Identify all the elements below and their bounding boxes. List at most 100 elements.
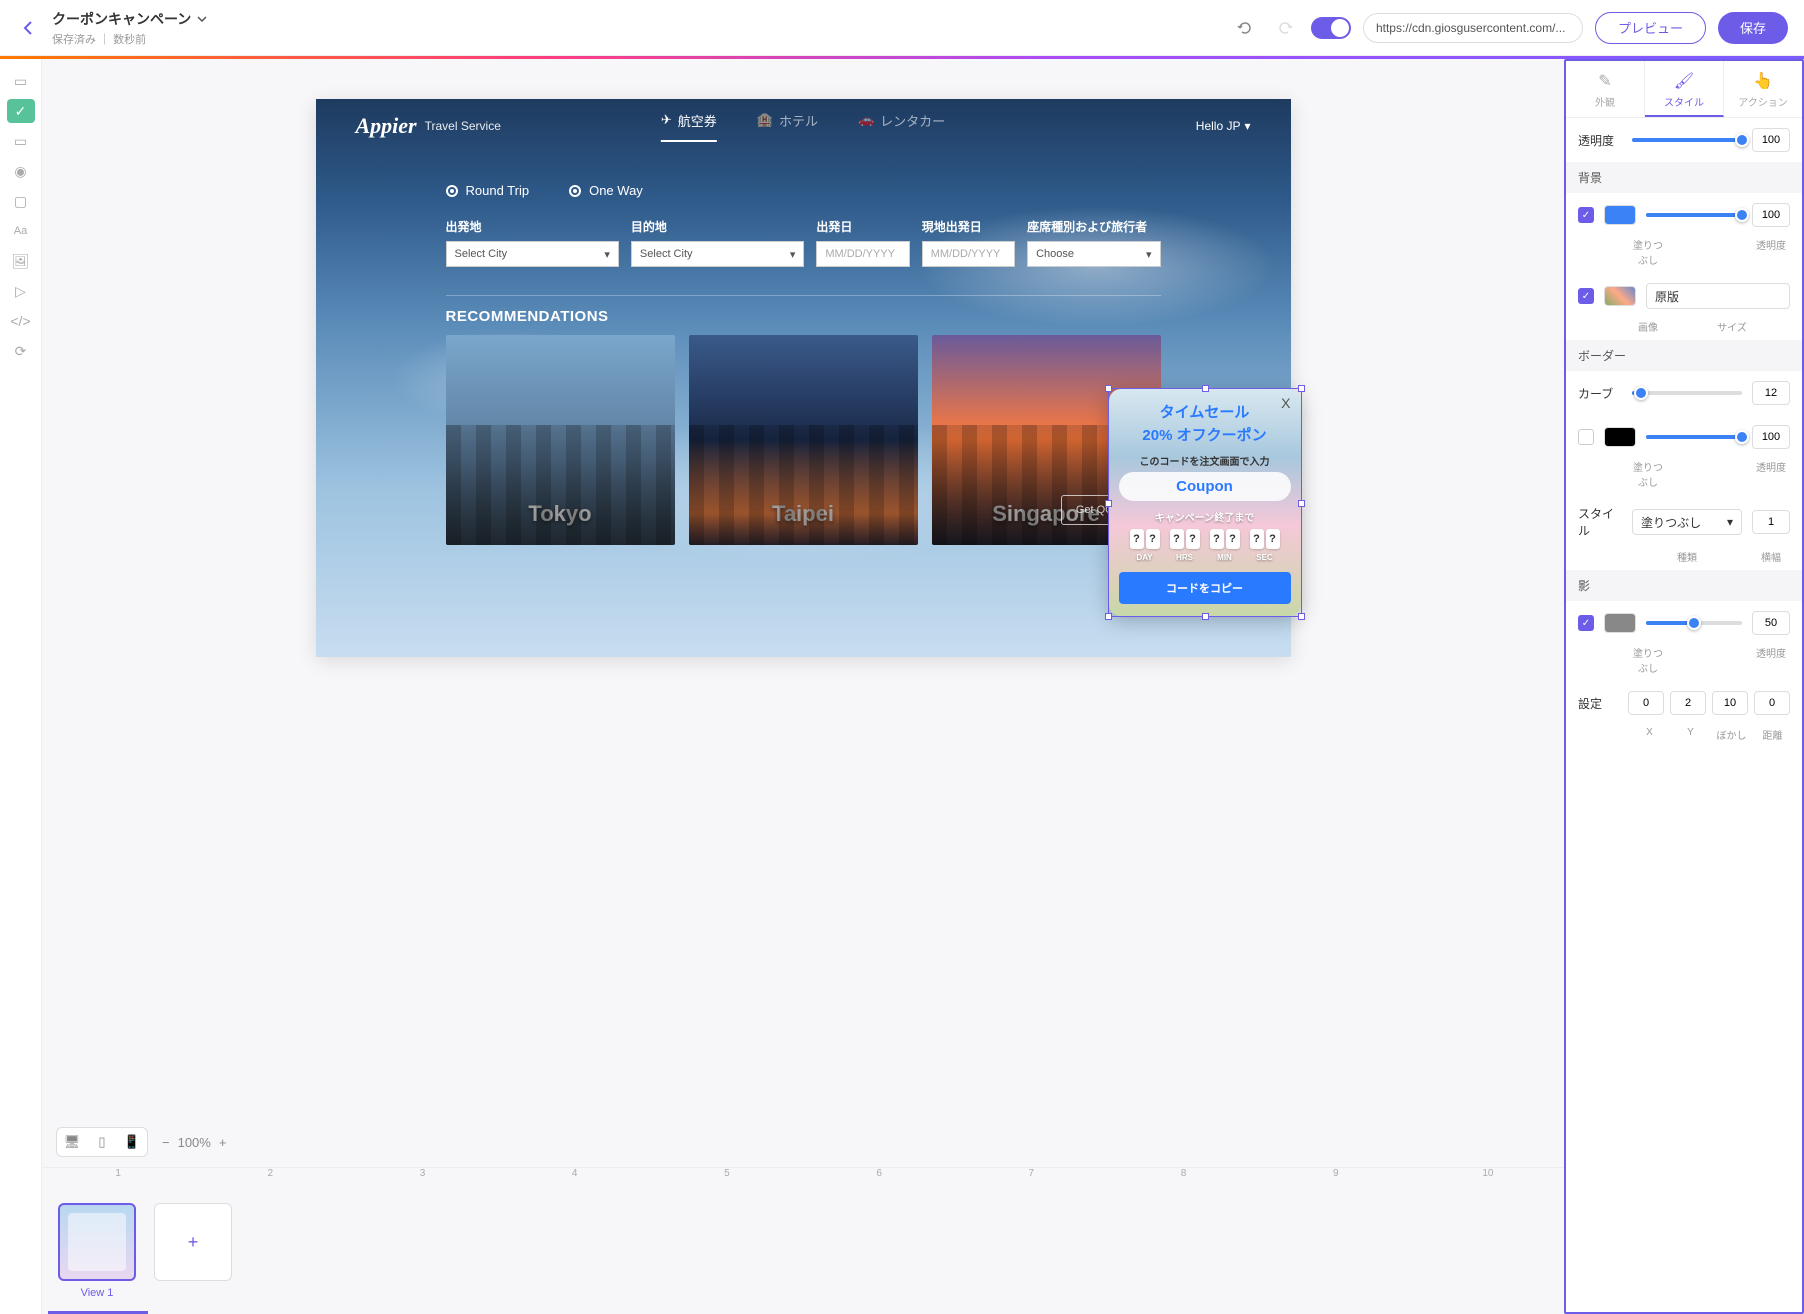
tool-image-icon[interactable]: 🖼 [7, 249, 35, 273]
redo-button[interactable] [1271, 14, 1299, 42]
radio-roundtrip[interactable]: Round Trip [446, 183, 530, 198]
opacity-slider[interactable] [1632, 138, 1742, 142]
select-destination[interactable]: Select City▾ [631, 241, 804, 267]
border-fill-checkbox[interactable] [1578, 429, 1594, 445]
countdown: ??DAY ??HRS ??MIN ??SEC [1119, 529, 1291, 562]
tab-flight[interactable]: ✈ 航空券 [661, 111, 717, 142]
popup-selection[interactable]: X タイムセール 20% オフクーポン このコードを注文画面で入力 Coupon… [1109, 389, 1301, 616]
panel-tab-appearance[interactable]: ✎外観 [1566, 61, 1645, 117]
tab-car[interactable]: 🚗 レンタカー [858, 111, 945, 142]
tool-refresh-icon[interactable]: ⟳ [7, 339, 35, 363]
opacity-input[interactable] [1752, 128, 1790, 152]
title-block: クーポンキャンペーン 保存済み ｜ 数秒前 [52, 9, 207, 47]
popup-desc: このコードを注文画面で入力 [1119, 453, 1291, 468]
title-text: クーポンキャンペーン [52, 9, 191, 29]
select-class[interactable]: Choose▾ [1027, 241, 1160, 267]
radio-oneway[interactable]: One Way [569, 183, 643, 198]
tab-hotel[interactable]: 🏨 ホテル [757, 111, 818, 142]
shadow-dist-input[interactable] [1754, 691, 1790, 715]
shadow-blur-input[interactable] [1712, 691, 1748, 715]
zoom-out-button[interactable]: − [162, 1135, 170, 1150]
device-desktop-icon[interactable]: 🖥 [57, 1128, 87, 1156]
appearance-icon: ✎ [1598, 71, 1611, 91]
curve-slider[interactable] [1632, 391, 1742, 395]
tool-code-icon[interactable]: </> [7, 309, 35, 333]
coupon-popup[interactable]: X タイムセール 20% オフクーポン このコードを注文画面で入力 Coupon… [1109, 389, 1301, 616]
zoom-level: 100% [178, 1135, 211, 1150]
input-dep-date[interactable]: MM/DD/YYYY [816, 241, 909, 267]
bg-size-select[interactable]: 原版 [1646, 283, 1790, 309]
save-button[interactable]: 保存 [1718, 12, 1788, 44]
bg-fill-input[interactable] [1752, 203, 1790, 227]
campaign-title[interactable]: クーポンキャンペーン [52, 9, 207, 29]
select-departure[interactable]: Select City▾ [446, 241, 619, 267]
publish-toggle[interactable] [1311, 17, 1351, 39]
views-row: View 1 + [42, 1191, 1564, 1311]
topbar: クーポンキャンペーン 保存済み ｜ 数秒前 https://cdn.giosgu… [0, 0, 1804, 56]
canvas-controls: 🖥 ▯ 📱 − 100% + [42, 1117, 1564, 1167]
device-mobile-icon[interactable]: 📱 [117, 1128, 147, 1156]
chevron-down-icon [197, 16, 207, 22]
popup-headline2: 20% オフクーポン [1119, 424, 1291, 445]
border-opacity-slider[interactable] [1646, 435, 1742, 439]
preview-button[interactable]: プレビュー [1595, 12, 1706, 44]
shadow-opacity-input[interactable] [1752, 611, 1790, 635]
border-fill-swatch[interactable] [1604, 427, 1636, 447]
resize-handle[interactable] [1298, 613, 1305, 620]
label-class: 座席種別および旅行者 [1027, 218, 1160, 235]
timeline-ruler: 1 2 3 4 5 6 7 8 9 10 [42, 1167, 1564, 1191]
reco-card-tokyo[interactable]: Tokyo [446, 335, 675, 545]
curve-input[interactable] [1752, 381, 1790, 405]
tool-input-icon[interactable]: ▭ [7, 129, 35, 153]
resize-handle[interactable] [1298, 385, 1305, 392]
user-greeting[interactable]: Hello JP ▾ [1196, 119, 1251, 133]
preview-frame[interactable]: Appier Travel Service ✈ 航空券 🏨 ホテル 🚗 レンタカ… [316, 99, 1291, 657]
section-shadow: 影 [1566, 570, 1802, 601]
bg-fill-checkbox[interactable]: ✓ [1578, 207, 1594, 223]
bg-fill-swatch[interactable] [1604, 205, 1636, 225]
reco-card-taipei[interactable]: Taipei [689, 335, 918, 545]
shadow-fill-checkbox[interactable]: ✓ [1578, 615, 1594, 631]
tool-check-icon[interactable]: ✓ [7, 99, 35, 123]
zoom-in-button[interactable]: + [219, 1135, 227, 1150]
label-dep-date: 出発日 [816, 218, 909, 235]
popup-headline1: タイムセール [1119, 401, 1291, 422]
bg-image-checkbox[interactable]: ✓ [1578, 288, 1594, 304]
popup-close-icon[interactable]: X [1281, 395, 1290, 411]
border-style-label: スタイル [1578, 505, 1622, 539]
border-opacity-input[interactable] [1752, 425, 1790, 449]
action-icon: 👆 [1753, 71, 1773, 91]
tool-container-icon[interactable]: ▭ [7, 69, 35, 93]
back-button[interactable] [16, 16, 40, 40]
copy-code-button[interactable]: コードをコピー [1119, 572, 1291, 604]
shadow-opacity-slider[interactable] [1646, 621, 1742, 625]
shadow-y-input[interactable] [1670, 691, 1706, 715]
opacity-label: 透明度 [1578, 132, 1622, 149]
device-tablet-icon[interactable]: ▯ [87, 1128, 117, 1156]
view-thumb-1[interactable]: View 1 [56, 1203, 138, 1299]
tool-embed-icon[interactable]: ▷ [7, 279, 35, 303]
site-logo: Appier [356, 113, 417, 139]
border-kind-select[interactable]: 塗りつぶし▾ [1632, 509, 1742, 535]
bg-image-swatch[interactable] [1604, 286, 1636, 306]
shadow-x-input[interactable] [1628, 691, 1664, 715]
url-display[interactable]: https://cdn.giosgusercontent.com/... [1363, 13, 1583, 43]
tool-radio-icon[interactable]: ◉ [7, 159, 35, 183]
add-view-button[interactable]: + [152, 1203, 234, 1281]
border-width-input[interactable] [1752, 510, 1790, 534]
bg-fill-slider[interactable] [1646, 213, 1742, 217]
shadow-fill-swatch[interactable] [1604, 613, 1636, 633]
tool-text-icon[interactable]: Aa [7, 219, 35, 243]
popup-end-label: キャンペーン終了まで [1119, 509, 1291, 524]
left-toolbar: ▭ ✓ ▭ ◉ ▢ Aa 🖼 ▷ </> ⟳ [0, 59, 42, 1314]
panel-tab-style[interactable]: 🖌スタイル [1645, 61, 1724, 117]
shadow-settings-label: 設定 [1578, 695, 1618, 712]
curve-label: カーブ [1578, 385, 1622, 402]
label-destination: 目的地 [631, 218, 804, 235]
undo-button[interactable] [1231, 14, 1259, 42]
panel-tab-action[interactable]: 👆アクション [1724, 61, 1802, 117]
tool-rect-icon[interactable]: ▢ [7, 189, 35, 213]
site-header: Appier Travel Service ✈ 航空券 🏨 ホテル 🚗 レンタカ… [316, 99, 1291, 153]
label-ret-date: 現地出発日 [922, 218, 1015, 235]
input-ret-date[interactable]: MM/DD/YYYY [922, 241, 1015, 267]
